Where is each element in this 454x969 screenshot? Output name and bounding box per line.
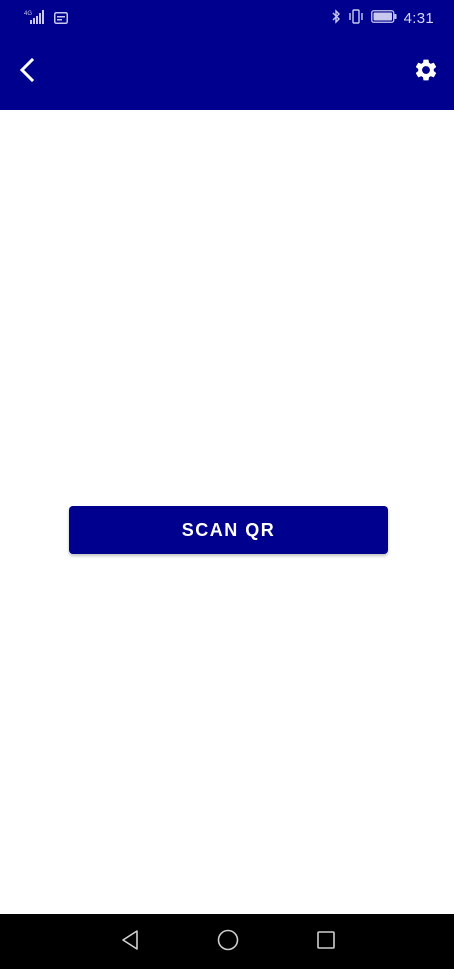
settings-button[interactable] bbox=[406, 52, 446, 92]
system-navigation-bar bbox=[0, 914, 454, 969]
recents-square-icon bbox=[315, 929, 337, 956]
main-content: SCAN QR bbox=[0, 110, 454, 914]
back-triangle-icon bbox=[119, 929, 141, 956]
battery-icon bbox=[370, 10, 397, 27]
sim-card-icon bbox=[54, 11, 68, 28]
status-time: 4:31 bbox=[403, 10, 434, 27]
status-bar-left: 4G bbox=[24, 10, 68, 28]
nav-recents-button[interactable] bbox=[312, 928, 340, 956]
home-circle-icon bbox=[216, 928, 240, 957]
back-button[interactable] bbox=[8, 52, 48, 92]
signal-icon: 4G bbox=[24, 10, 48, 28]
top-bar: 4G 4:31 bbox=[0, 0, 454, 110]
status-bar: 4G 4:31 bbox=[0, 0, 454, 38]
scan-qr-button[interactable]: SCAN QR bbox=[69, 506, 388, 554]
nav-back-button[interactable] bbox=[116, 928, 144, 956]
vibrate-icon bbox=[348, 9, 364, 28]
bluetooth-icon bbox=[331, 9, 341, 28]
svg-text:4G: 4G bbox=[24, 11, 32, 17]
status-bar-right: 4:31 bbox=[331, 9, 434, 28]
chevron-left-icon bbox=[16, 57, 40, 87]
nav-home-button[interactable] bbox=[214, 928, 242, 956]
app-bar bbox=[0, 38, 454, 110]
app-screen: 4G 4:31 SCAN QR bbox=[0, 0, 454, 969]
gear-icon bbox=[413, 57, 439, 88]
